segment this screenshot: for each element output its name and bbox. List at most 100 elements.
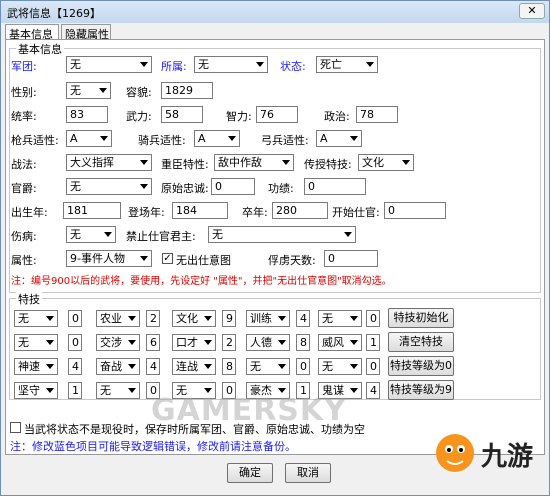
skill-level[interactable]: 0 <box>68 334 82 351</box>
merit-input[interactable]: 0 <box>304 178 366 195</box>
skill-select[interactable]: 神速 <box>14 358 58 375</box>
skills-group-title: 特技 <box>16 291 42 307</box>
chevron-down-icon <box>140 184 148 189</box>
status-select[interactable]: 死亡 <box>316 56 378 73</box>
affiliation-select[interactable]: 无 <box>194 56 268 73</box>
chevron-down-icon <box>350 340 358 345</box>
skill-level[interactable]: 0 <box>366 358 380 375</box>
skill-select[interactable]: 无 <box>96 382 140 399</box>
chevron-down-icon <box>278 340 286 345</box>
attribute-note: 注：编号900以后的武将，要使用，先设定好 "属性"，并把"无出仕官意图"取消勾… <box>11 276 392 287</box>
service-start-label: 开始仕官: <box>332 206 380 219</box>
gender-select[interactable]: 无 <box>66 82 111 99</box>
tab-hidden-attributes[interactable]: 隐藏属性 <box>61 24 111 41</box>
skill-select[interactable]: 口才 <box>172 334 216 351</box>
basic-info-group-title: 基本信息 <box>16 41 64 57</box>
skill-level[interactable]: 0 <box>366 310 380 327</box>
politics-label: 政治: <box>324 110 350 123</box>
skill-level-zero-button[interactable]: 特技等级为0 <box>388 356 454 376</box>
service-start-input[interactable]: 0 <box>384 202 446 219</box>
skill-level[interactable]: 4 <box>366 382 380 399</box>
skill-select[interactable]: 威风 <box>318 334 362 351</box>
attribute-select[interactable]: 9-事件人物 <box>66 250 152 267</box>
skill-level[interactable]: 4 <box>146 358 160 375</box>
skill-value: 神速 <box>18 360 40 373</box>
skill-select[interactable]: 交涉 <box>96 334 140 351</box>
death-year-input[interactable]: 280 <box>272 202 328 219</box>
skill-select[interactable]: 无 <box>14 310 58 327</box>
cavalry-aptitude-select[interactable]: A <box>194 130 240 147</box>
skill-select[interactable]: 文化 <box>172 310 216 327</box>
cavalry-aptitude-label: 骑兵适性: <box>138 134 186 147</box>
skill-value: 奋战 <box>100 360 122 373</box>
skill-select[interactable]: 奋战 <box>96 358 140 375</box>
skill-level[interactable]: 0 <box>296 358 310 375</box>
death-year-label: 卒年: <box>242 206 268 219</box>
skill-level[interactable]: 2 <box>222 334 236 351</box>
chevron-down-icon <box>350 364 358 369</box>
skill-level[interactable]: 8 <box>222 358 236 375</box>
skill-select[interactable]: 农业 <box>96 310 140 327</box>
skill-select[interactable]: 无 <box>14 334 58 351</box>
skill-value: 训练 <box>250 312 272 325</box>
chevron-down-icon <box>46 364 54 369</box>
captive-days-input[interactable]: 0 <box>324 250 378 267</box>
debut-year-input[interactable]: 184 <box>172 202 228 219</box>
skill-select[interactable]: 训练 <box>246 310 290 327</box>
teach-skill-value: 文化 <box>362 156 384 169</box>
attribute-value: 9-事件人物 <box>70 252 125 265</box>
skill-select[interactable]: 坚守 <box>14 382 58 399</box>
skill-level[interactable]: 1 <box>68 382 82 399</box>
close-button[interactable]: ✕ <box>519 3 545 19</box>
birth-year-input[interactable]: 181 <box>63 202 121 219</box>
clear-skills-button[interactable]: 清空特技 <box>388 332 454 352</box>
chevron-down-icon <box>228 136 236 141</box>
army-select[interactable]: 无 <box>66 56 152 73</box>
debut-year-label: 登场年: <box>128 206 165 219</box>
skill-select[interactable]: 无 <box>318 310 362 327</box>
status-value: 死亡 <box>320 58 342 71</box>
rank-select[interactable]: 无 <box>66 178 152 195</box>
ok-button[interactable]: 确定 <box>227 463 273 483</box>
spear-aptitude-label: 枪兵适性: <box>11 134 59 147</box>
skill-level[interactable]: 8 <box>296 334 310 351</box>
skill-level[interactable]: 4 <box>296 310 310 327</box>
skill-value: 文化 <box>176 312 198 325</box>
tactic-select[interactable]: 大义指挥 <box>66 154 152 171</box>
injury-select[interactable]: 无 <box>66 226 116 243</box>
no-service-intent-checkbox[interactable]: ✓ <box>162 253 173 264</box>
force-input[interactable]: 58 <box>161 106 203 123</box>
cancel-button[interactable]: 取消 <box>285 463 331 483</box>
loyalty-input[interactable]: 0 <box>211 178 255 195</box>
forbidden-lord-select[interactable]: 无 <box>208 226 356 243</box>
skill-level-nine-button[interactable]: 特技等级为9 <box>388 380 454 400</box>
clear-on-save-checkbox[interactable] <box>10 422 21 433</box>
backup-note: 注：修改蓝色项目可能导致逻辑错误，修改前请注意备份。 <box>10 440 296 453</box>
archer-aptitude-select[interactable]: A <box>316 130 362 147</box>
skill-select[interactable]: 无 <box>246 358 290 375</box>
skill-select[interactable]: 人德 <box>246 334 290 351</box>
skill-select[interactable]: 无 <box>318 358 362 375</box>
teach-skill-select[interactable]: 文化 <box>358 154 414 171</box>
intelligence-input[interactable]: 76 <box>256 106 298 123</box>
spear-aptitude-select[interactable]: A <box>66 130 112 147</box>
skill-value: 无 <box>18 312 29 325</box>
tab-basic-info[interactable]: 基本信息 <box>5 24 59 41</box>
skill-level[interactable]: 4 <box>68 358 82 375</box>
skill-level[interactable]: 0 <box>68 310 82 327</box>
cavalry-aptitude-value: A <box>198 132 206 145</box>
skill-level[interactable]: 9 <box>222 310 236 327</box>
gamersky-watermark: GAMERSKY <box>151 393 347 428</box>
leadership-input[interactable]: 83 <box>66 106 108 123</box>
politics-input[interactable]: 78 <box>356 106 398 123</box>
reset-skills-button[interactable]: 特技初始化 <box>388 308 454 328</box>
skill-select[interactable]: 连战 <box>172 358 216 375</box>
skill-level[interactable]: 6 <box>146 334 160 351</box>
portrait-input[interactable]: 1829 <box>161 82 213 99</box>
minister-trait-select[interactable]: 敌中作敌 <box>214 154 294 171</box>
chevron-down-icon <box>344 232 352 237</box>
skill-value: 无 <box>322 312 333 325</box>
tactic-value: 大义指挥 <box>70 156 114 169</box>
skill-level[interactable]: 1 <box>366 334 380 351</box>
skill-level[interactable]: 2 <box>146 310 160 327</box>
